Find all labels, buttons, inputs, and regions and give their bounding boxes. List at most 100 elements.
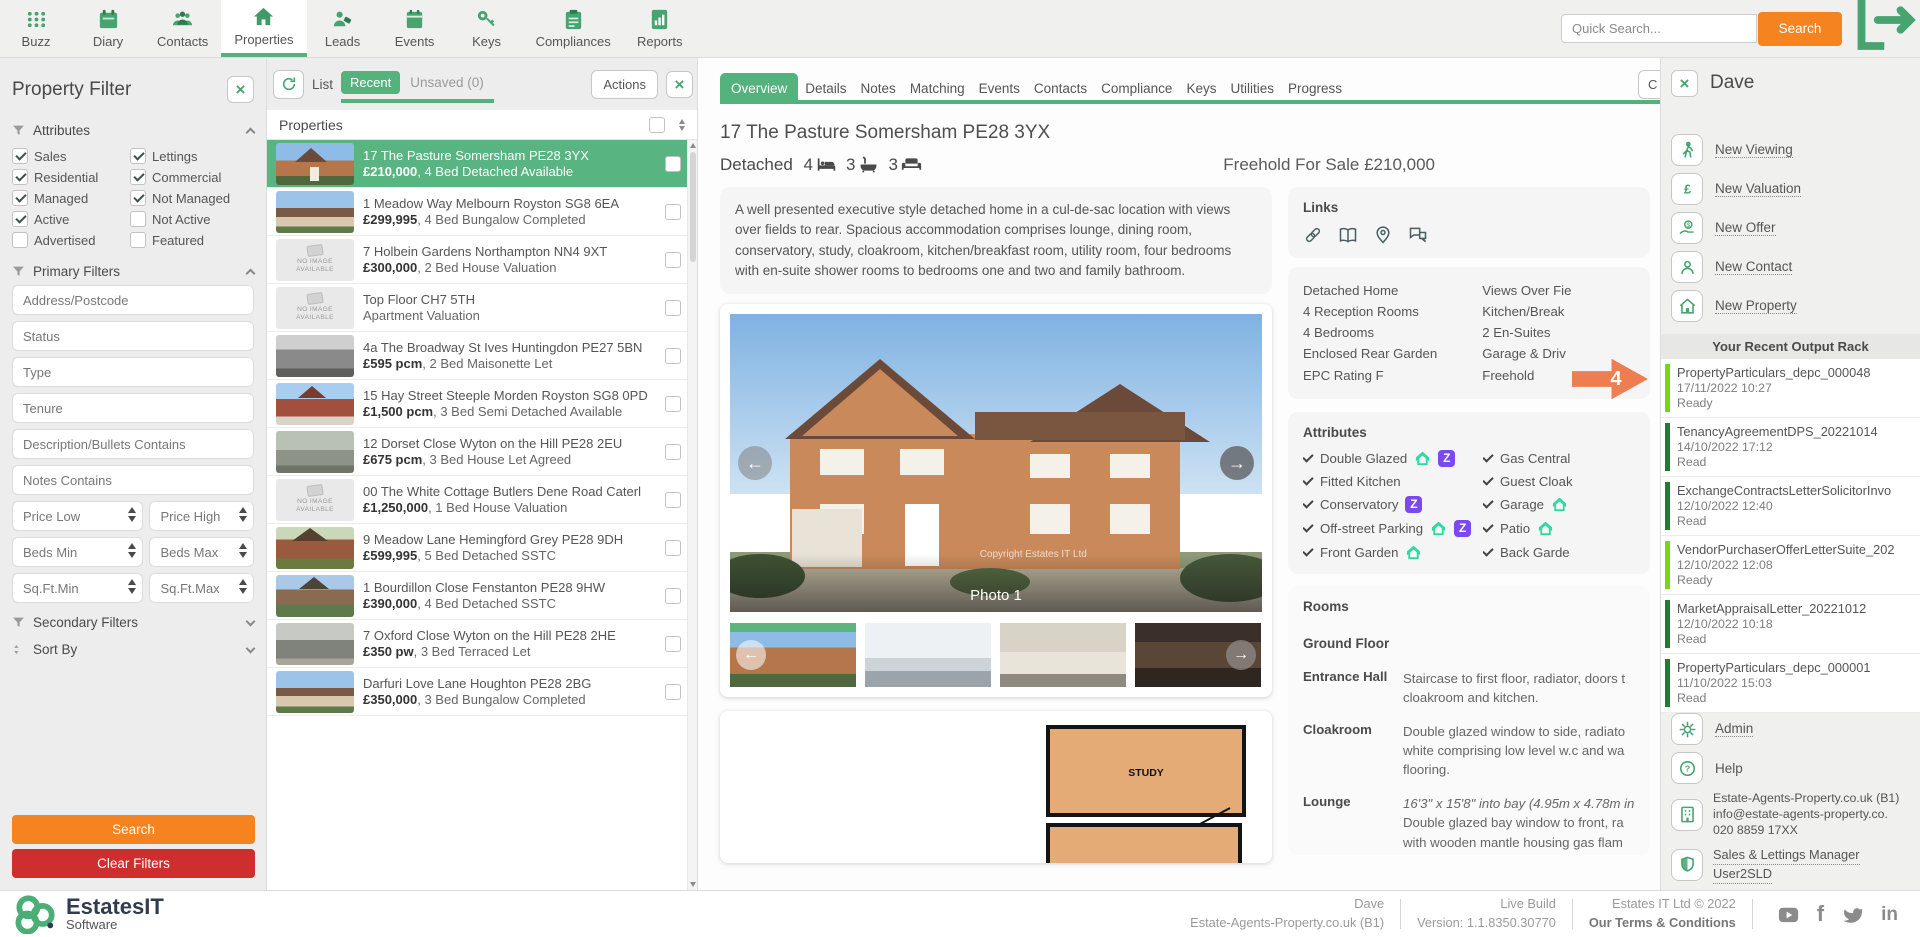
clipped-close-button[interactable]: C [1638,70,1660,99]
secondary-filters-section-header[interactable]: Secondary Filters [12,609,254,636]
map-pin-icon[interactable] [1373,225,1393,245]
checkbox-residential[interactable]: Residential [12,169,130,185]
row-checkbox[interactable] [665,444,681,460]
tab-list[interactable]: List [312,77,333,92]
row-checkbox[interactable] [665,492,681,508]
row-checkbox[interactable] [665,396,681,412]
row-checkbox[interactable] [665,300,681,316]
nav-item-diary[interactable]: Diary [72,0,144,57]
checkbox-lettings[interactable]: Lettings [130,148,254,164]
role-info[interactable]: Sales & Lettings Manager User2SLD [1671,846,1920,884]
checkbox-advertised[interactable]: Advertised [12,232,130,248]
price-high-stepper[interactable] [239,507,247,522]
row-checkbox[interactable] [665,156,681,172]
terms-link[interactable]: Our Terms & Conditions [1589,914,1736,933]
nav-item-properties[interactable]: Properties [221,0,306,57]
scrollbar-thumb[interactable] [690,152,696,262]
row-checkbox[interactable] [665,636,681,652]
tab-utilities[interactable]: Utilities [1223,73,1281,104]
output-rack-item[interactable]: TenancyAgreementDPS_20221014 14/10/2022 … [1661,418,1920,477]
select-all-checkbox[interactable] [649,117,665,133]
new-property-link[interactable]: New Property [1671,290,1920,322]
tab-keys[interactable]: Keys [1179,73,1223,104]
nav-item-events[interactable]: Events [379,0,451,57]
tab-matching[interactable]: Matching [903,73,972,104]
quick-search-button[interactable]: Search [1758,12,1842,46]
sort-by-section-header[interactable]: Sort By [12,636,254,663]
linkedin-icon[interactable]: in [1881,905,1898,924]
actions-button[interactable]: Actions [591,70,658,99]
property-row[interactable]: Darfuri Love Lane Houghton PE28 2BG £350… [267,668,697,716]
output-rack-item[interactable]: ExchangeContractsLetterSolicitorInvo 12/… [1661,477,1920,536]
chat-icon[interactable] [1408,225,1428,245]
primary-filters-section-header[interactable]: Primary Filters [12,258,254,285]
checkbox-managed[interactable]: Managed [12,190,130,206]
property-row[interactable]: 7 Oxford Close Wyton on the Hill PE28 2H… [267,620,697,668]
property-row[interactable]: 15 Hay Street Steeple Morden Royston SG8… [267,380,697,428]
row-checkbox[interactable] [665,252,681,268]
brochure-icon[interactable] [1338,225,1358,245]
help-link[interactable]: ? Help [1671,752,1920,784]
nav-item-reports[interactable]: Reports [624,0,696,57]
beds-min-stepper[interactable] [128,543,136,558]
beds-min-input[interactable] [12,537,143,567]
tab-notes[interactable]: Notes [854,73,903,104]
link-icon[interactable] [1303,225,1323,245]
main-photo[interactable]: Copyright Estates IT Ltd Photo 1 ← → [730,314,1262,612]
tenure-input[interactable] [12,393,254,423]
close-side-panel-button[interactable]: × [1671,70,1698,97]
new-offer-link[interactable]: $ New Offer [1671,212,1920,244]
facebook-icon[interactable]: f [1817,903,1824,925]
thumbs-next-button[interactable]: → [1226,640,1256,670]
sqft-max-stepper[interactable] [239,579,247,594]
output-rack-item[interactable]: MarketAppraisalLetter_20221012 12/10/202… [1661,595,1920,654]
nav-item-contacts[interactable]: Contacts [144,0,221,57]
admin-link[interactable]: Admin [1671,713,1920,745]
description-bullets-input[interactable] [12,429,254,459]
tab-details[interactable]: Details [798,73,853,104]
new-viewing-link[interactable]: New Viewing [1671,134,1920,166]
checkbox-not-active[interactable]: Not Active [130,211,254,227]
property-row[interactable]: 17 The Pasture Somersham PE28 3YX £210,0… [267,140,697,188]
checkbox-not-managed[interactable]: Not Managed [130,190,254,206]
checkbox-featured[interactable]: Featured [130,232,254,248]
tab-recent[interactable]: Recent [341,71,400,94]
property-row[interactable]: 12 Dorset Close Wyton on the Hill PE28 2… [267,428,697,476]
beds-max-stepper[interactable] [239,543,247,558]
thumbs-prev-button[interactable]: ← [736,640,766,670]
list-scrollbar[interactable] [687,140,697,890]
property-row[interactable]: NO IMAGE AVAILABLE 00 The White Cottage … [267,476,697,524]
clear-filters-button[interactable]: Clear Filters [12,849,255,878]
nav-item-buzz[interactable]: Buzz [0,0,72,57]
new-valuation-link[interactable]: £ New Valuation [1671,173,1920,205]
photo-thumb-2[interactable] [865,623,991,687]
property-row[interactable]: 9 Meadow Lane Hemingford Grey PE28 9DH £… [267,524,697,572]
checkbox-commercial[interactable]: Commercial [130,169,254,185]
property-row[interactable]: NO IMAGE AVAILABLE 7 Holbein Gardens Nor… [267,236,697,284]
nav-item-leads[interactable]: Leads [307,0,379,57]
property-row[interactable]: 1 Bourdillon Close Fenstanton PE28 9HW £… [267,572,697,620]
floorplan-card[interactable]: STUDY DOUBLE GARAGE [720,711,1272,863]
attributes-section-header[interactable]: Attributes [12,117,254,144]
nav-item-keys[interactable]: Keys [451,0,523,57]
row-checkbox[interactable] [665,204,681,220]
price-low-stepper[interactable] [128,507,136,522]
property-row[interactable]: NO IMAGE AVAILABLE Top Floor CH7 5TH Apa… [267,284,697,332]
output-rack-item[interactable]: VendorPurchaserOfferLetterSuite_202 12/1… [1661,536,1920,595]
row-checkbox[interactable] [665,540,681,556]
row-checkbox[interactable] [665,684,681,700]
tab-progress[interactable]: Progress [1281,73,1349,104]
row-checkbox[interactable] [665,348,681,364]
nav-item-compliances[interactable]: Compliances [523,0,624,57]
tab-overview[interactable]: Overview [720,73,798,104]
twitter-icon[interactable] [1841,903,1864,926]
close-list-button[interactable]: × [666,71,693,98]
notes-contains-input[interactable] [12,465,254,495]
new-contact-link[interactable]: New Contact [1671,251,1920,283]
price-low-input[interactable] [12,501,143,531]
close-filter-button[interactable]: × [227,76,254,103]
output-rack-item[interactable]: PropertyParticulars_depc_000048 17/11/20… [1661,359,1920,418]
tab-events[interactable]: Events [972,73,1027,104]
youtube-icon[interactable] [1777,903,1800,926]
property-row[interactable]: 1 Meadow Way Melbourn Royston SG8 6EA £2… [267,188,697,236]
